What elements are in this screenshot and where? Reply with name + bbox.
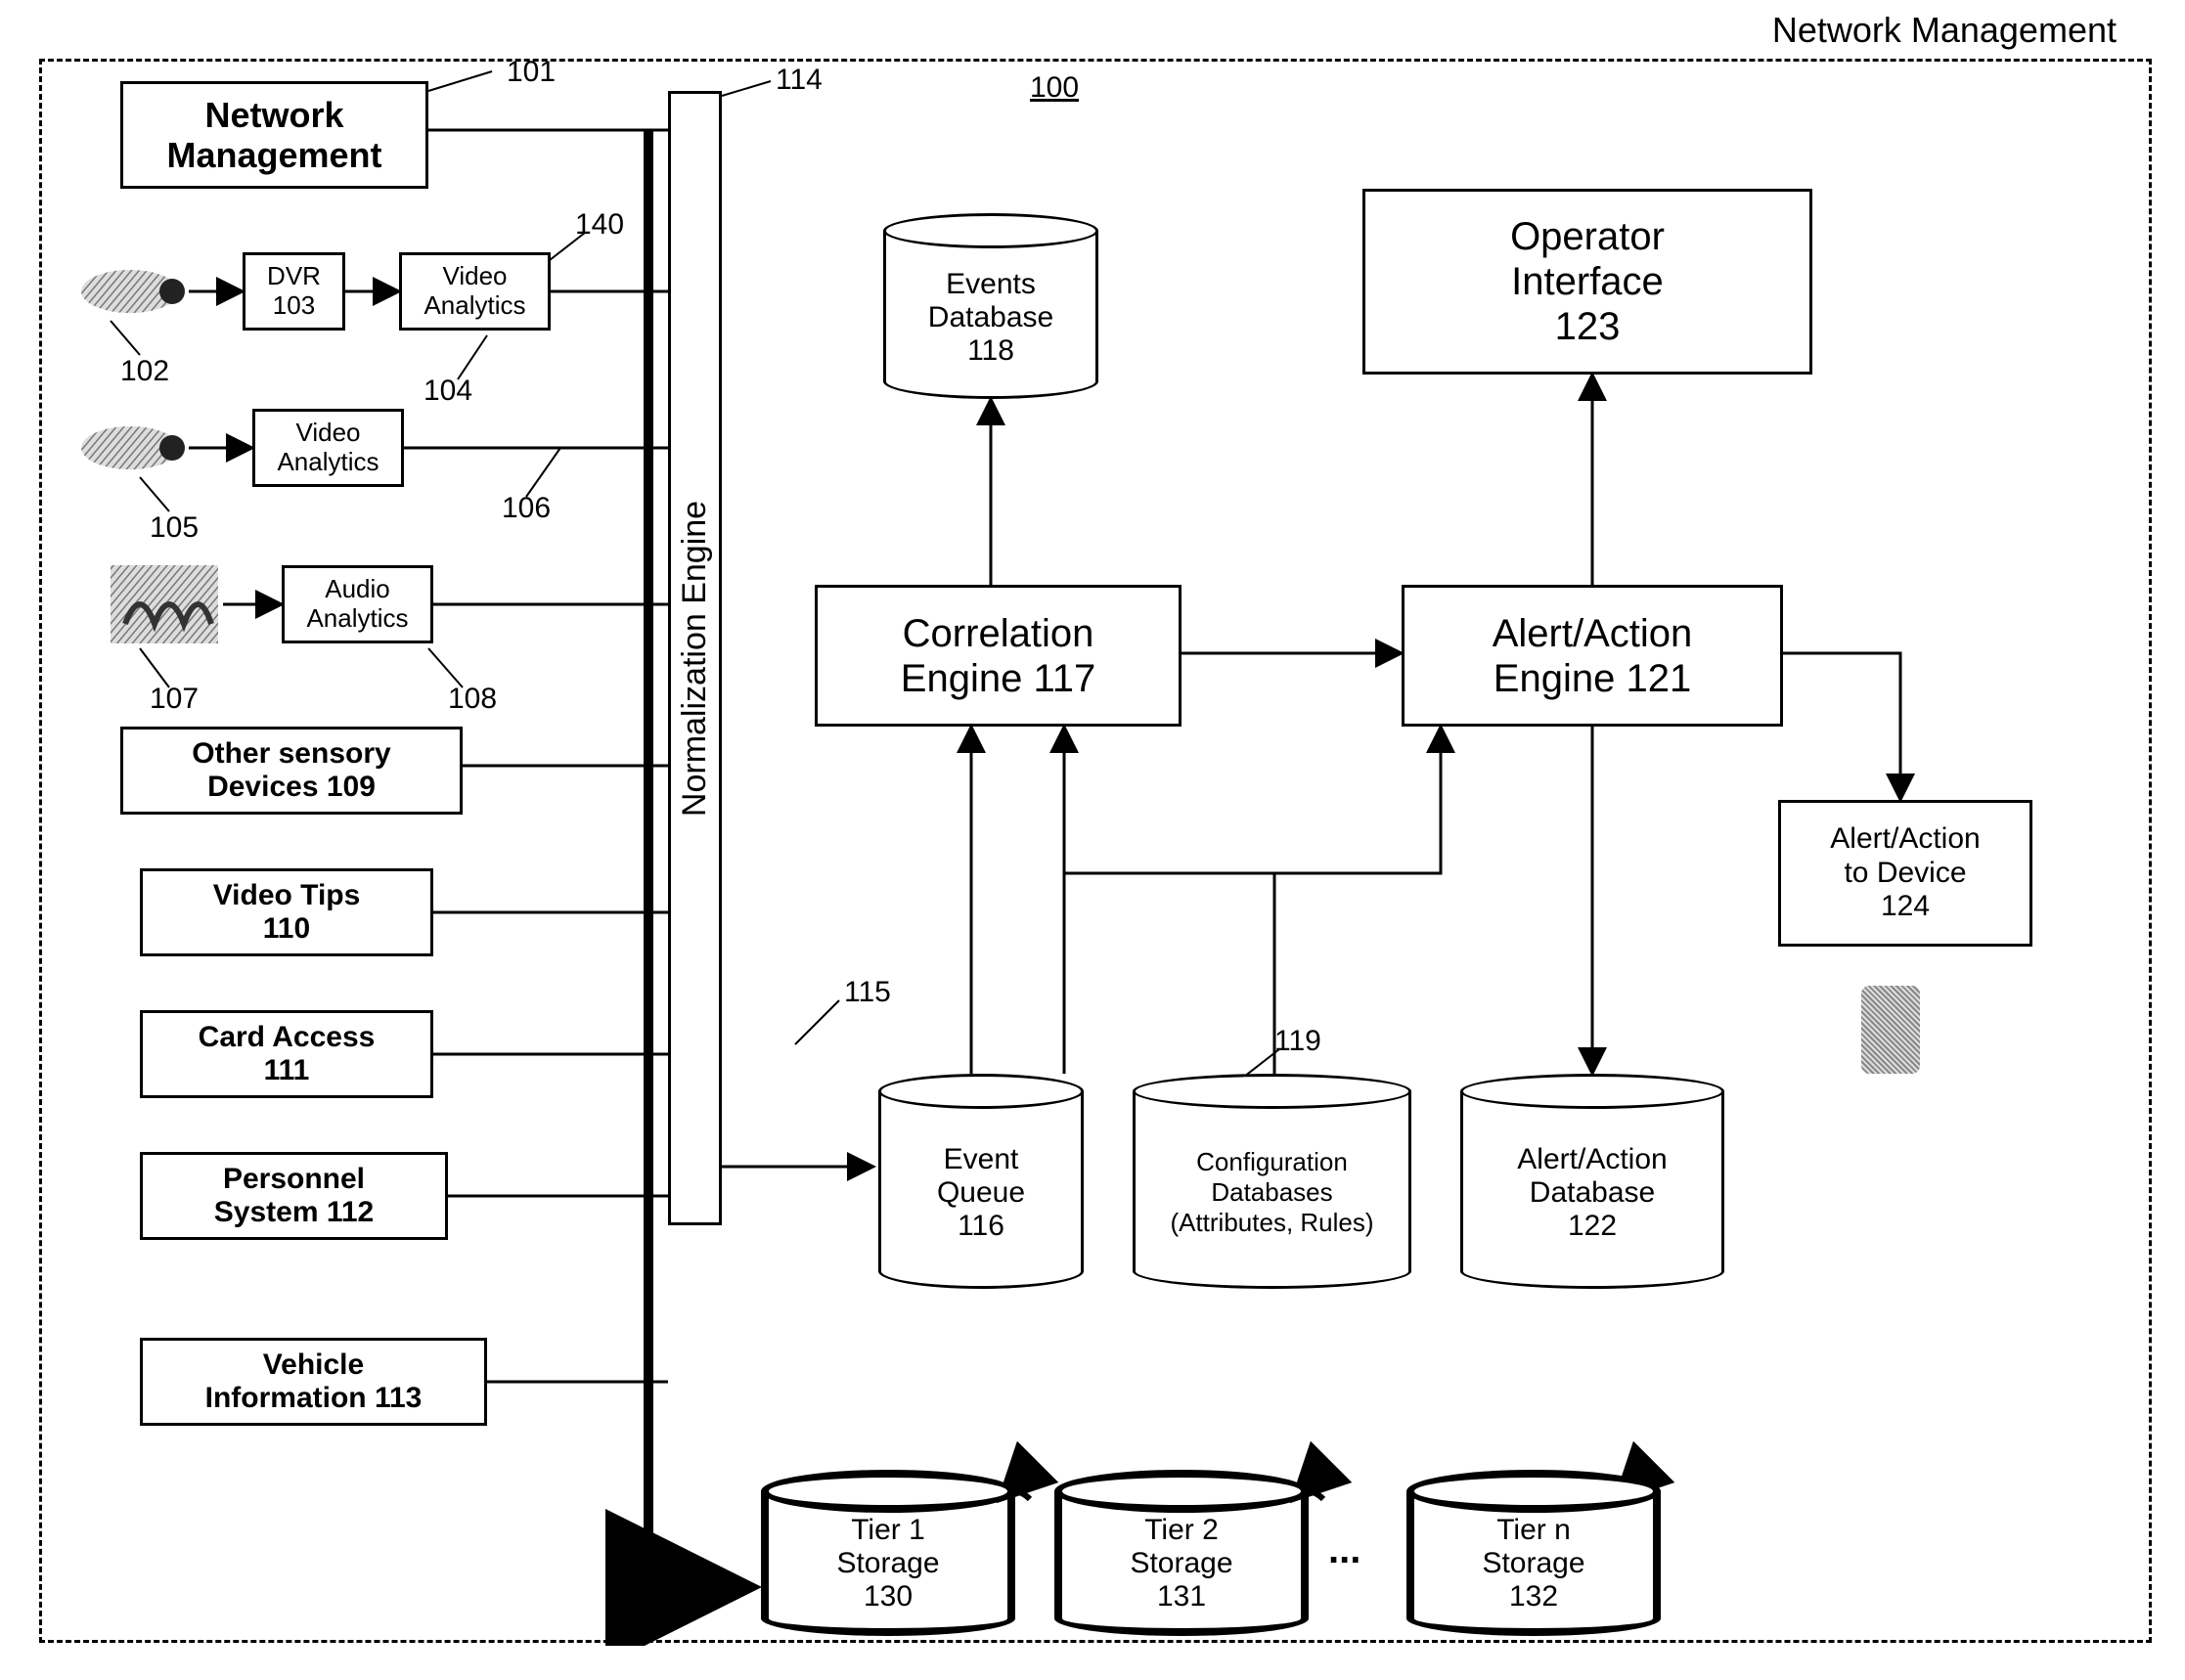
ref-106: 106 <box>502 492 551 525</box>
ref-107: 107 <box>150 683 199 716</box>
card-access-block: Card Access111 <box>140 1010 433 1098</box>
video-tips-block: Video Tips110 <box>140 868 433 956</box>
ref-119: 119 <box>1274 1025 1321 1058</box>
system-boundary: 100 NetworkManagement 101 102 DVR103 Vid… <box>39 59 2152 1643</box>
personnel-block: PersonnelSystem 112 <box>140 1152 448 1240</box>
dvr-block: DVR103 <box>243 252 345 331</box>
system-number: 100 <box>1030 71 1079 105</box>
events-db-label: EventsDatabase118 <box>928 268 1053 368</box>
ref-114: 114 <box>776 64 823 97</box>
alert-action-db-cylinder: Alert/ActionDatabase122 <box>1460 1074 1724 1289</box>
normalization-engine-label: Normalization Engine <box>676 500 714 816</box>
camera-icon-2 <box>76 419 194 477</box>
video-analytics-1-block: VideoAnalytics <box>399 252 551 331</box>
ref-102: 102 <box>120 355 169 388</box>
handheld-device-icon <box>1861 986 1920 1074</box>
ref-108: 108 <box>448 683 497 716</box>
event-queue-cylinder: EventQueue116 <box>878 1074 1084 1289</box>
page-title: Network Management <box>1772 10 2117 51</box>
tier2-label: Tier 2Storage131 <box>1130 1514 1232 1614</box>
alert-to-device-block: Alert/Actionto Device124 <box>1778 800 2032 947</box>
config-db-label: ConfigurationDatabases(Attributes, Rules… <box>1170 1147 1373 1238</box>
normalization-engine-block: Normalization Engine <box>668 91 722 1225</box>
camera-icon-1 <box>76 262 194 321</box>
tier2-storage-cylinder: Tier 2Storage131 <box>1054 1470 1309 1636</box>
audio-analytics-block: AudioAnalytics <box>282 565 433 643</box>
ref-105: 105 <box>150 511 199 545</box>
events-database-cylinder: EventsDatabase118 <box>883 213 1098 399</box>
correlation-engine-block: CorrelationEngine 117 <box>815 585 1182 727</box>
network-management-block: NetworkManagement <box>120 81 428 189</box>
tier1-storage-cylinder: Tier 1Storage130 <box>761 1470 1015 1636</box>
ref-140: 140 <box>575 208 624 242</box>
config-db-cylinder: ConfigurationDatabases(Attributes, Rules… <box>1133 1074 1411 1289</box>
tiern-label: Tier nStorage132 <box>1482 1514 1584 1614</box>
ellipsis: ... <box>1328 1528 1360 1572</box>
ref-104: 104 <box>424 375 472 408</box>
tier1-label: Tier 1Storage130 <box>836 1514 939 1614</box>
ref-115: 115 <box>844 976 891 1009</box>
other-sensory-block: Other sensoryDevices 109 <box>120 727 463 815</box>
operator-interface-block: OperatorInterface123 <box>1362 189 1812 375</box>
ref-101: 101 <box>507 56 556 89</box>
vehicle-info-block: VehicleInformation 113 <box>140 1338 487 1426</box>
video-analytics-2-block: VideoAnalytics <box>252 409 404 487</box>
alert-action-db-label: Alert/ActionDatabase122 <box>1517 1143 1667 1243</box>
event-queue-label: EventQueue116 <box>937 1143 1025 1243</box>
audio-sensor-icon <box>106 555 223 653</box>
alert-action-engine-block: Alert/ActionEngine 121 <box>1402 585 1783 727</box>
tiern-storage-cylinder: Tier nStorage132 <box>1406 1470 1661 1636</box>
